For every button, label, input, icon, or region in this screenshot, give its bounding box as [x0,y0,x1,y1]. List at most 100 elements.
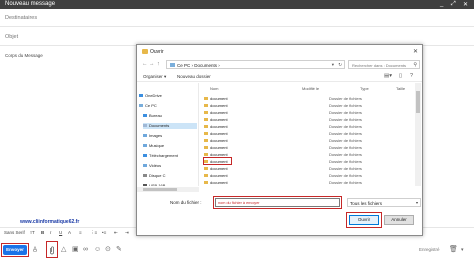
forward-arrow-icon[interactable]: → [149,61,155,67]
search-input[interactable]: Rechercher dans : Documents ⚲ [348,60,420,69]
fullscreen-icon[interactable]: ⤢ [451,1,456,8]
nav-scroll-thumb[interactable] [143,188,177,191]
address-row: ← → ↑ Ce PC › Documents › ▾ ↻ Rechercher… [137,60,422,70]
file-row[interactable]: document Dossier de fichiers [202,179,414,186]
bold-button[interactable]: B [41,230,44,235]
send-button[interactable]: Envoyer [3,245,27,255]
italic-button[interactable]: I [50,230,51,235]
nav-item[interactable]: Disque C [143,173,197,179]
folder-icon [204,174,208,177]
nav-horizontal-scrollbar[interactable] [137,187,199,192]
nav-item-label: Ce PC [145,103,157,108]
folder-icon [143,164,147,168]
drive-icon[interactable]: △ [61,246,66,254]
file-row[interactable]: document Dossier de fichiers [202,137,414,144]
file-list-scroll-thumb[interactable] [416,91,420,113]
subject-field[interactable]: Objet [5,34,18,40]
link-icon[interactable]: ∞ [83,246,88,254]
minimize-icon[interactable]: _ [440,1,443,7]
nav-item[interactable]: Musique [143,143,197,149]
signature-icon[interactable]: ✎ [116,246,122,254]
formatting-options-icon[interactable]: A̲ [33,246,37,254]
file-row[interactable]: document Dossier de fichiers [202,172,414,179]
underline-button[interactable]: U [59,230,62,235]
more-options-icon[interactable]: ▾ [461,246,464,254]
nav-item[interactable]: Documents [143,123,197,129]
file-name: document [210,110,228,115]
refresh-icon[interactable]: ↻ [338,62,342,68]
nav-item-label: Musique [149,143,165,148]
file-row[interactable]: document Dossier de fichiers [202,165,414,172]
folder-icon [139,94,143,98]
file-type: Dossier de fichiers [329,110,362,115]
filetype-select[interactable]: Tous les fichiers ▾ [347,198,421,207]
attach-file-icon[interactable] [49,246,55,258]
dialog-toolbar: Organiser ▾ Nouveau dossier ▤▾ ▯ ? [137,72,422,82]
message-body[interactable]: Corps du Message [5,53,43,58]
lock-icon[interactable]: ⊙ [105,246,111,254]
file-row[interactable]: document Dossier de fichiers [202,151,414,158]
indent-more-button[interactable]: ⇥ [125,230,129,236]
nav-item[interactable]: Images [143,133,197,139]
file-row[interactable]: document Dossier de fichiers [202,123,414,130]
nav-item[interactable]: Téléchargement [143,153,197,159]
emoji-icon[interactable]: ☺ [94,246,101,254]
file-row[interactable]: document Dossier de fichiers [202,157,414,165]
nav-item[interactable]: Bureau [143,113,197,119]
nav-item[interactable]: Vidéos [143,163,197,169]
font-select[interactable]: Sans Serif [4,230,25,235]
file-open-dialog: Ouvrir ✕ ← → ↑ Ce PC › Documents › ▾ ↻ R… [136,44,423,236]
view-options-icon[interactable]: ▤▾ [384,73,392,79]
delete-icon[interactable]: 🗑 [449,246,458,254]
file-row[interactable]: document Dossier de fichiers [202,102,414,109]
new-folder-button[interactable]: Nouveau dossier [177,74,211,79]
address-dropdown-icon[interactable]: ▾ [332,62,334,68]
saved-status: Enregistré [419,247,440,252]
folder-icon [204,167,208,170]
address-bar[interactable]: Ce PC › Documents › ▾ ↻ [166,60,345,69]
back-arrow-icon[interactable]: ← [142,61,148,67]
nav-item[interactable]: OneDrive [139,93,197,99]
indent-less-button[interactable]: ⇤ [114,230,118,236]
column-name[interactable]: Nom [210,86,218,91]
up-arrow-icon[interactable]: ↑ [157,61,160,67]
folder-icon [204,118,208,121]
file-row[interactable]: document Dossier de fichiers [202,95,414,102]
file-row[interactable]: document Dossier de fichiers [202,130,414,137]
folder-icon [204,146,208,149]
bulleted-list-button[interactable]: •≡ [102,230,106,235]
dialog-close-icon[interactable]: ✕ [413,48,418,55]
column-size[interactable]: Taille [396,86,405,91]
file-row[interactable]: document Dossier de fichiers [202,116,414,123]
preview-pane-icon[interactable]: ▯ [399,73,402,79]
file-type: Dossier de fichiers [329,117,362,122]
search-placeholder: Rechercher dans : Documents [352,63,407,68]
column-modified[interactable]: Modifié le [302,86,319,91]
file-type: Dossier de fichiers [329,152,362,157]
file-row[interactable]: document Dossier de fichiers [202,144,414,151]
dialog-titlebar: Ouvrir ✕ [137,45,422,59]
column-type[interactable]: Type [360,86,369,91]
file-row[interactable]: document Dossier de fichiers [202,109,414,116]
file-list-scrollbar[interactable] [415,83,421,186]
photo-icon[interactable]: ▣ [72,246,79,254]
font-size-button[interactable]: тT [30,230,35,235]
cancel-button[interactable]: Annuler [384,215,414,225]
filename-input[interactable] [215,198,340,207]
close-icon[interactable]: ✕ [463,1,468,8]
text-color-button[interactable]: A [68,230,71,235]
align-button[interactable]: ≡ [79,230,82,235]
nav-item[interactable]: Ce PC [139,103,197,109]
recipients-field[interactable]: Destinataires [5,15,37,21]
file-type: Dossier de fichiers [329,131,362,136]
open-button[interactable]: Ouvrir [349,215,379,225]
organize-button[interactable]: Organiser ▾ [143,74,166,80]
nav-item-label: Documents [149,123,170,128]
file-type: Dossier de fichiers [329,173,362,178]
folder-icon [204,125,208,128]
help-icon[interactable]: ? [410,73,413,79]
file-type: Dossier de fichiers [329,96,362,101]
recipients-row[interactable]: Destinataires [0,9,474,27]
nav-item[interactable]: USB 16B [143,183,197,186]
numbered-list-button[interactable]: ⋮≡ [90,230,97,236]
